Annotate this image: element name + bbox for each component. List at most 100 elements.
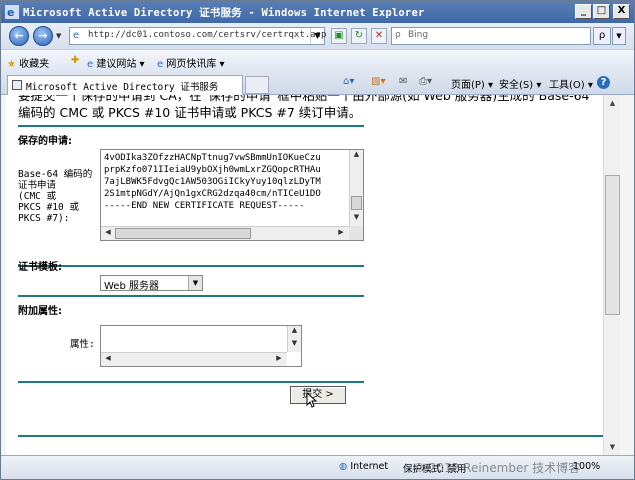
zone-indicator[interactable]: ◍ Internet [339,461,388,472]
scroll-left-icon[interactable]: ◀ [102,228,114,240]
label-line: 证书申请 [18,180,57,191]
address-input[interactable]: http://dc01.contoso.com/certsrv/certrqxt… [88,30,326,40]
divider [18,381,364,383]
back-button[interactable]: ← [9,26,29,46]
close-button[interactable]: X [613,4,630,19]
certificate-template-select[interactable]: Web 服务器 ▼ [100,275,203,292]
attributes-textarea[interactable]: ▲ ▼ ◀ ▶ [100,325,302,367]
chevron-down-icon[interactable]: ▼ [188,276,202,290]
print-icon[interactable]: ⎙▾ [419,76,432,87]
tab-title: Microsoft Active Directory 证书服务 [26,82,219,93]
add-favorites-icon[interactable]: ✚ [71,55,79,66]
zone-text: Internet [350,461,389,472]
request-line: 2S1mtpNGdY/AjQn1gxCRG2dzqa40cm/nTICeU1DO [104,189,321,199]
attributes-vertical-scrollbar[interactable]: ▲ ▼ [287,326,301,352]
request-line: 7ajLBWK5FdvgQc1AW503OGiICkyYuy10qlzLDyTM [104,177,321,187]
scroll-right-icon[interactable]: ▶ [273,354,285,366]
page-icon: e [73,30,80,41]
window-title: Microsoft Active Directory 证书服务 - Window… [23,7,425,19]
attributes-label: 属性: [70,339,95,350]
page-vertical-scrollbar[interactable]: ▲ ▼ [603,95,620,455]
search-input[interactable]: Bing [408,30,428,40]
divider [18,265,364,267]
label-line: PKCS #10 或 [18,202,79,213]
stop-icon[interactable]: ✕ [371,28,387,44]
template-heading: 证书模板: [18,262,62,273]
divider [18,295,364,297]
saved-request-textarea[interactable]: 4vODIka3ZOfzzHACNpTtnug7vwSBmmUnIOKueCzu… [100,149,364,241]
title-bar[interactable]: e Microsoft Active Directory 证书服务 - Wind… [1,1,634,23]
textarea-vertical-scrollbar[interactable]: ▲ ▼ [349,150,363,226]
label-line: Base-64 编码的 [18,169,93,180]
scroll-up-icon[interactable]: ▲ [604,95,621,111]
history-dropdown-icon[interactable]: ▼ [56,32,61,40]
address-dropdown-icon[interactable]: ▼ [310,28,324,44]
attributes-horizontal-scrollbar[interactable]: ◀ ▶ [101,352,287,366]
template-selected-value: Web 服务器 [104,281,159,292]
search-icon[interactable]: ρ [593,27,611,45]
scroll-right-icon[interactable]: ▶ [335,228,347,240]
request-text[interactable]: 4vODIka3ZOfzzHACNpTtnug7vwSBmmUnIOKueCzu… [104,152,347,212]
label-line: PKCS #7): [18,213,70,224]
tab-page-icon [12,80,22,90]
intro-line-1: 要提交一个保存的申请到 CA，在“保存的申请”框中粘贴一个由外部源(如 Web … [18,95,590,103]
request-line: 4vODIka3ZOfzzHACNpTtnug7vwSBmmUnIOKueCzu [104,153,321,163]
forward-button[interactable]: → [33,26,53,46]
help-icon[interactable]: ? [597,76,610,89]
refresh-icon[interactable]: ↻ [351,28,367,44]
watermark: © 2012 Reinember 技术博客 [413,461,581,475]
page-content: 要提交一个保存的申请到 CA，在“保存的申请”框中粘贴一个由外部源(如 Web … [6,95,603,455]
star-icon: ★ [7,59,16,70]
page-scroll-thumb[interactable] [605,175,620,315]
page-menu[interactable]: 页面(P) ▾ [451,76,493,91]
safety-menu[interactable]: 安全(S) ▾ [499,76,541,91]
search-box[interactable]: ρ Bing [391,27,591,45]
saved-request-heading: 保存的申请: [18,136,72,147]
suggested-sites-link[interactable]: e 建议网站 ▾ [87,55,145,70]
submit-button[interactable]: 提交 > [290,386,346,404]
tab-certificate-services[interactable]: Microsoft Active Directory 证书服务 [7,75,243,95]
ie-page-icon: e [87,59,94,70]
search-options-icon[interactable]: ▼ [612,27,626,45]
new-tab-button[interactable] [245,76,269,94]
web-slice-gallery-label: 网页快讯库 ▾ [166,59,225,70]
tools-menu[interactable]: 工具(O) ▾ [549,76,593,91]
scroll-up-icon[interactable]: ▲ [288,326,301,338]
label-line: (CMC 或 [18,191,57,202]
suggested-sites-label: 建议网站 ▾ [96,59,145,70]
scroll-down-icon[interactable]: ▼ [350,213,363,225]
svg-text:e: e [7,6,14,19]
favorites-bar: ★ 收藏夹 ✚ e 建议网站 ▾ e 网页快讯库 ▾ [1,49,634,73]
address-bar[interactable]: e http://dc01.contoso.com/certsrv/certrq… [69,27,326,45]
attributes-heading: 附加属性: [18,306,62,317]
intro-line-2: 编码的 CMC 或 PKCS #10 证书申请或 PKCS #7 续订申请。 [18,105,362,120]
scroll-corner [349,226,363,240]
favorites-button[interactable]: ★ 收藏夹 [7,55,49,70]
scroll-thumb[interactable] [115,228,251,239]
intro-text: 要提交一个保存的申请到 CA，在“保存的申请”框中粘贴一个由外部源(如 Web … [18,95,603,121]
mouse-cursor-icon [306,392,318,408]
scroll-thumb[interactable] [351,196,362,210]
textarea-horizontal-scrollbar[interactable]: ◀ ▶ [101,226,349,240]
scroll-left-icon[interactable]: ◀ [102,354,114,366]
ie-app-icon: e [5,5,19,19]
minimize-button[interactable]: _ [575,4,592,19]
scroll-up-icon[interactable]: ▲ [350,150,363,162]
saved-request-label: Base-64 编码的 证书申请 (CMC 或 PKCS #10 或 PKCS … [18,169,92,224]
home-icon[interactable]: ⌂▾ [343,76,354,87]
web-slice-gallery-link[interactable]: e 网页快讯库 ▾ [157,55,225,70]
scroll-down-icon[interactable]: ▼ [288,339,301,351]
feeds-icon[interactable]: ▧▾ [371,76,385,87]
divider [18,435,603,437]
scroll-down-icon[interactable]: ▼ [604,439,621,455]
ie-window: e Microsoft Active Directory 证书服务 - Wind… [0,0,635,480]
divider [18,125,364,127]
compatibility-icon[interactable]: ▣ [331,28,347,44]
ie-page-icon: e [157,59,164,70]
globe-icon: ◍ [339,461,348,472]
mail-icon[interactable]: ✉ [399,76,407,87]
maximize-button[interactable]: □ [593,4,610,19]
search-engine-icon: ρ [395,30,401,40]
request-line: -----END NEW CERTIFICATE REQUEST----- [104,201,305,211]
favorites-label: 收藏夹 [19,59,50,70]
